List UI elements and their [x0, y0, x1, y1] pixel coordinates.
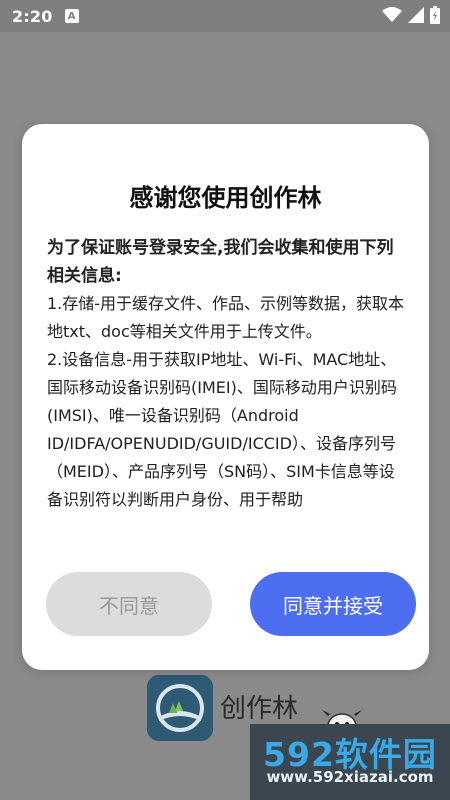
dialog-item-storage: 1.存储-用于缓存文件、作品、示例等数据，获取本地txt、doc等相关文件用于上… — [47, 294, 405, 341]
dialog-title: 感谢您使用创作林 — [129, 184, 322, 212]
dialog-item-device: 2.设备信息-用于获取IP地址、Wi-Fi、MAC地址、国际移动设备识别码(IM… — [47, 350, 397, 509]
disagree-button[interactable]: 不同意 — [46, 572, 212, 636]
privacy-dialog: 感谢您使用创作林 为了保证账号登录安全,我们会收集和使用下列相关信息: 1.存储… — [22, 124, 429, 670]
status-icons — [382, 6, 440, 24]
app-name: 创作林 — [220, 694, 299, 724]
watermark-url: www.592xiazai.com — [266, 768, 434, 786]
dialog-lead: 为了保证账号登录安全,我们会收集和使用下列相关信息: — [47, 238, 394, 286]
status-bar: 2:20 A — [0, 0, 450, 32]
wifi-icon — [382, 7, 402, 22]
agree-button[interactable]: 同意并接受 — [250, 572, 416, 636]
app-logo-icon — [147, 675, 213, 741]
status-time: 2:20 — [12, 6, 53, 26]
notification-a-icon: A — [64, 9, 79, 23]
dialog-content[interactable]: 为了保证账号登录安全,我们会收集和使用下列相关信息: 1.存储-用于缓存文件、作… — [47, 234, 409, 544]
battery-icon — [430, 6, 440, 24]
watermark: 592软件园 www.592xiazai.com — [250, 724, 450, 800]
signal-icon — [408, 7, 424, 23]
